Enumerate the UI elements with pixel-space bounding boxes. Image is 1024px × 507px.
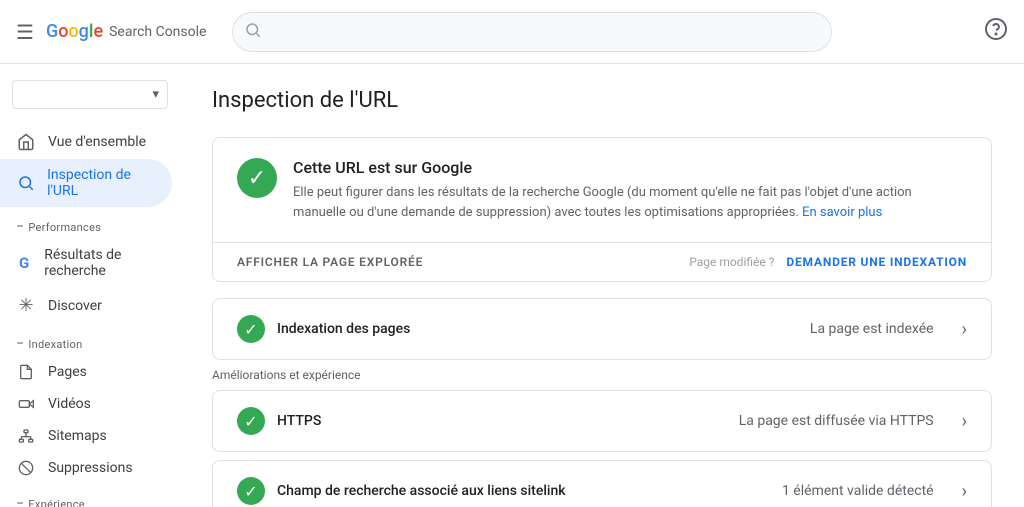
- indexation-card[interactable]: ✓ Indexation des pages La page est index…: [212, 298, 992, 360]
- check-icon-sitelink: ✓: [244, 482, 257, 501]
- sidebar-item-suppressions[interactable]: Suppressions: [0, 452, 172, 484]
- url-search-bar: [232, 12, 832, 52]
- main-wrap: ▾ Vue d'ensemble Inspection de l'URL Per…: [0, 64, 1024, 507]
- discover-icon: ✳: [16, 295, 36, 316]
- status-success-icon: ✓: [237, 158, 277, 198]
- dropdown-icon: ▾: [152, 87, 159, 102]
- sidebar-item-inspection-url[interactable]: Inspection de l'URL: [0, 159, 172, 207]
- indexation-value: La page est indexée: [810, 321, 934, 337]
- checkmark-icon: ✓: [248, 166, 266, 191]
- https-value: La page est diffusée via HTTPS: [739, 413, 934, 429]
- sidebar-label-vue-ensemble: Vue d'ensemble: [48, 134, 146, 150]
- https-title: HTTPS: [277, 413, 727, 429]
- card-actions: AFFICHER LA PAGE EXPLORÉE Page modifiée …: [213, 242, 991, 281]
- sidebar-section-performances: Performances: [0, 207, 180, 239]
- sidebar-label-suppressions: Suppressions: [48, 460, 133, 476]
- check-icon: ✓: [244, 320, 257, 339]
- video-icon: [16, 396, 36, 412]
- status-description: Elle peut figurer dans les résultats de …: [293, 183, 967, 222]
- pages-icon: [16, 364, 36, 380]
- sidebar-item-resultats[interactable]: G Résultats de recherche: [0, 239, 172, 287]
- property-selector[interactable]: ▾: [12, 80, 168, 109]
- sidebar-label-resultats: Résultats de recherche: [44, 247, 160, 279]
- status-card: ✓ Cette URL est sur Google Elle peut fig…: [212, 137, 992, 282]
- sidebar: ▾ Vue d'ensemble Inspection de l'URL Per…: [0, 64, 180, 507]
- logo-letter-o1: o: [58, 21, 68, 42]
- search-icon: [244, 21, 262, 43]
- url-search-input[interactable]: [232, 12, 832, 52]
- https-card-header[interactable]: ✓ HTTPS La page est diffusée via HTTPS ›: [213, 391, 991, 451]
- sidebar-section-experience: Expérience: [0, 484, 180, 507]
- https-status-icon: ✓: [237, 407, 265, 435]
- indexation-card-header[interactable]: ✓ Indexation des pages La page est index…: [213, 299, 991, 359]
- topbar: ☰ Google Search Console: [0, 0, 1024, 64]
- learn-more-link[interactable]: En savoir plus: [802, 205, 882, 220]
- sidebar-section-indexation: Indexation: [0, 324, 180, 356]
- sidebar-item-discover[interactable]: ✳ Discover: [0, 287, 172, 324]
- status-content: Cette URL est sur Google Elle peut figur…: [293, 158, 967, 222]
- logo: Google Search Console: [46, 21, 207, 42]
- sidebar-item-videos[interactable]: Vidéos: [0, 388, 172, 420]
- status-card-body: ✓ Cette URL est sur Google Elle peut fig…: [213, 138, 991, 242]
- hamburger-icon[interactable]: ☰: [16, 20, 34, 44]
- improvements-label: Améliorations et expérience: [212, 368, 992, 382]
- sidebar-label-pages: Pages: [48, 364, 87, 380]
- sitelink-card-header[interactable]: ✓ Champ de recherche associé aux liens s…: [213, 461, 991, 507]
- topbar-left: ☰ Google Search Console: [16, 20, 216, 44]
- card-action-right: Page modifiée ? DEMANDER UNE INDEXATION: [689, 255, 967, 269]
- https-card[interactable]: ✓ HTTPS La page est diffusée via HTTPS ›: [212, 390, 992, 452]
- indexation-status-icon: ✓: [237, 315, 265, 343]
- logo-product-name: Search Console: [109, 24, 206, 40]
- google-g-icon: G: [16, 254, 32, 272]
- indexation-title: Indexation des pages: [277, 321, 798, 337]
- logo-letter-g: G: [46, 21, 58, 42]
- help-icon[interactable]: [984, 17, 1008, 46]
- sidebar-item-vue-ensemble[interactable]: Vue d'ensemble: [0, 125, 172, 159]
- chevron-right-icon-https: ›: [962, 411, 967, 432]
- chevron-right-icon-sitelink: ›: [962, 481, 967, 502]
- sidebar-label-inspection: Inspection de l'URL: [47, 167, 160, 199]
- sidebar-item-sitemaps[interactable]: Sitemaps: [0, 420, 172, 452]
- sidebar-label-videos: Vidéos: [48, 396, 91, 412]
- suppress-icon: [16, 460, 36, 476]
- sitelink-status-icon: ✓: [237, 477, 265, 505]
- home-icon: [16, 133, 36, 151]
- sitelink-value: 1 élément valide détecté: [782, 483, 934, 499]
- explore-page-button[interactable]: AFFICHER LA PAGE EXPLORÉE: [237, 255, 423, 269]
- request-indexation-button[interactable]: DEMANDER UNE INDEXATION: [786, 255, 967, 269]
- logo-letter-o2: o: [68, 21, 78, 42]
- page-modified-label: Page modifiée ?: [689, 255, 774, 269]
- inspect-icon: [16, 174, 35, 192]
- logo-letter-g2: g: [79, 21, 89, 42]
- sidebar-label-sitemaps: Sitemaps: [48, 428, 107, 444]
- sitelink-card[interactable]: ✓ Champ de recherche associé aux liens s…: [212, 460, 992, 507]
- status-title: Cette URL est sur Google: [293, 158, 967, 177]
- check-icon-https: ✓: [244, 412, 257, 431]
- sitemap-icon: [16, 428, 36, 444]
- logo-letter-e: e: [93, 21, 103, 42]
- sidebar-item-pages[interactable]: Pages: [0, 356, 172, 388]
- sitelink-title: Champ de recherche associé aux liens sit…: [277, 483, 770, 499]
- sidebar-label-discover: Discover: [48, 298, 102, 314]
- chevron-down-icon: ›: [962, 319, 967, 340]
- main-content: Inspection de l'URL ✓ Cette URL est sur …: [180, 64, 1024, 507]
- page-title: Inspection de l'URL: [212, 88, 992, 113]
